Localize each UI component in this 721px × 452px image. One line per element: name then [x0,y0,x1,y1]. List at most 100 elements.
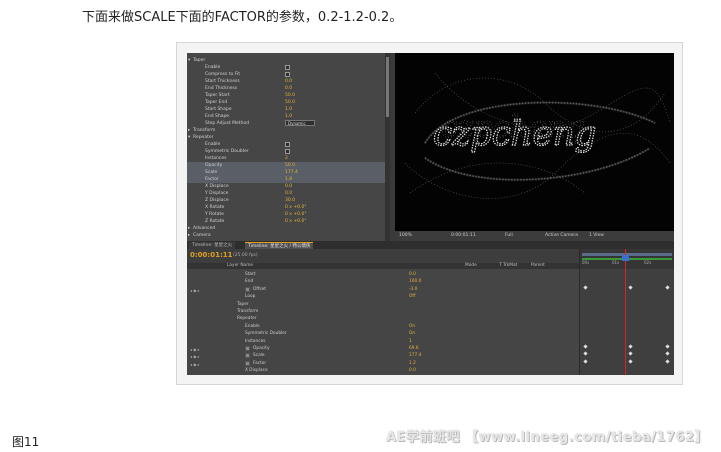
timeline-row-value[interactable]: 100.0 [409,278,421,285]
effect-value[interactable]: 0 x +0.0° [285,211,307,218]
stopwatch-icon[interactable] [245,360,250,366]
effect-row[interactable]: Transform ▸ [187,127,385,134]
resolution-dropdown[interactable]: Full [505,231,513,241]
effect-value[interactable]: 0 x +0.0° [285,218,307,225]
effect-checkbox[interactable] [285,72,290,77]
effect-checkbox[interactable] [285,65,290,70]
keyframe[interactable] [665,344,670,349]
tab-timeline-1[interactable]: Timeline: 星星之火 [189,242,236,249]
effect-dropdown[interactable]: Dynamic [285,120,315,126]
timeline-row[interactable]: ◂ ◆ ▸ Opacity 69.6 [187,345,579,352]
effect-row[interactable]: Compress to Fit [187,71,385,78]
effect-row[interactable]: Factor 1.8 [187,176,385,183]
effect-value[interactable]: 0.0 [285,85,292,92]
stopwatch-icon[interactable] [245,346,250,351]
timeline-row[interactable]: End 100.0 [187,278,579,285]
effect-value[interactable]: 177.4 [285,169,298,176]
timeline-row-value[interactable]: On [409,330,415,337]
keyframe[interactable] [628,285,633,290]
timeline-row-value[interactable]: 177.4 [409,352,421,359]
effect-row[interactable]: Repeater ▾ [187,134,385,141]
timeline-row-value[interactable]: 1 [409,338,412,345]
effect-row[interactable]: Enable [187,141,385,148]
effect-value[interactable]: 50.0 [285,92,295,99]
viewer-timecode[interactable]: 0:00:01:11 [451,231,476,241]
keyframe[interactable] [583,351,588,357]
effect-value[interactable]: 0 x +0.0° [285,204,307,211]
cti-head[interactable] [622,255,629,261]
timeline-row-value[interactable]: 69.6 [409,345,419,352]
stopwatch-icon[interactable] [245,353,250,359]
effect-value[interactable]: 0.0 [285,183,292,190]
stopwatch-icon[interactable] [245,286,250,292]
timeline-row[interactable]: ◂ ◆ ▸ Factor 1.2 [187,360,579,367]
zoom-dropdown[interactable]: 100% [399,231,412,241]
effect-row[interactable]: Scale 177.4 [187,169,385,176]
effect-row[interactable]: End Thickness 0.0 [187,85,385,92]
timeline-row[interactable]: X Displace 0.0 [187,367,579,374]
twirl-arrow-icon[interactable]: ▾ [188,134,190,141]
effect-value[interactable]: 50.0 [285,99,295,106]
timeline-row[interactable]: Symmetric Doubler On [187,330,579,337]
camera-dropdown[interactable]: Active Camera [545,231,578,241]
timeline-row-value[interactable]: Off [409,293,415,300]
effect-row[interactable]: Opacity 50.0 [187,162,385,169]
current-time[interactable]: 0:00:01:11 [190,251,233,259]
effect-row[interactable]: Taper Start 50.0 [187,92,385,99]
effect-row[interactable]: Y Rotate 0 x +0.0° [187,211,385,218]
effect-value[interactable]: 50.0 [285,162,295,169]
keyframe[interactable] [665,351,670,357]
effect-value[interactable]: 1.0 [285,113,292,120]
effect-row[interactable]: Z Displace 30.0 [187,197,385,204]
keyframe[interactable] [665,359,670,364]
keyframe[interactable] [665,285,670,290]
timeline-row[interactable]: Enable On [187,323,579,330]
keyframe[interactable] [628,359,633,364]
effect-row[interactable]: Advanced ▸ [187,225,385,232]
timeline-row[interactable]: Start 0.0 [187,271,579,278]
timeline-row[interactable]: Loop Off [187,293,579,300]
effect-checkbox[interactable] [285,149,290,154]
twirl-arrow-icon[interactable]: ▾ [188,57,190,64]
keyframe[interactable] [628,351,633,357]
timeline-row-value[interactable]: -3.0 [409,286,417,293]
effect-row[interactable]: X Rotate 0 x +0.0° [187,204,385,211]
effect-row[interactable]: Y Displace 0.0 [187,190,385,197]
effect-row[interactable]: Taper End 50.0 [187,99,385,106]
effect-value[interactable]: 1.0 [285,106,292,113]
timeline-row[interactable]: Instances 1 [187,338,579,345]
views-dropdown[interactable]: 1 View [589,231,604,241]
effect-value[interactable]: 2 [285,155,288,162]
keyframe[interactable] [583,285,588,290]
keyframe[interactable] [628,344,633,349]
timeline-row[interactable]: ◂ ◆ ▸ Offset -3.0 [187,286,579,293]
current-time-indicator[interactable] [625,249,626,375]
effect-row[interactable]: Step Adjust Method Dynamic [187,120,385,127]
effect-value[interactable]: 30.0 [285,197,295,204]
effect-checkbox[interactable] [285,142,290,147]
timeline-row[interactable]: Repeater [187,315,579,322]
timeline-row-value[interactable]: On [409,323,415,330]
effect-row[interactable]: Symmetric Doubler [187,148,385,155]
twirl-arrow-icon[interactable]: ▸ [188,225,190,232]
effect-row[interactable]: Enable [187,64,385,71]
timeline-graph[interactable]: 00s 01s 02s [579,249,674,375]
effect-value[interactable]: 0.0 [285,190,292,197]
effect-row[interactable]: X Displace 0.0 [187,183,385,190]
twirl-arrow-icon[interactable]: ▸ [188,232,190,239]
effect-row[interactable]: Camera ▸ [187,232,385,239]
effect-row[interactable]: Start Thickness 0.0 [187,78,385,85]
effect-row[interactable]: End Shape 1.0 [187,113,385,120]
effect-row[interactable]: Start Shape 1.0 [187,106,385,113]
keyframe[interactable] [583,344,588,349]
effect-row[interactable]: Instances 2 [187,155,385,162]
tab-timeline-2[interactable]: Timeline: 星星之火 / 特公情侠 [245,242,314,249]
effect-controls-scrollbar[interactable] [385,53,390,241]
effect-row[interactable]: Z Rotate 0 x +0.0° [187,218,385,225]
composition-viewer[interactable]: czpcheng czpcheng [395,53,674,231]
effect-row[interactable]: Taper ▾ [187,57,385,64]
keyframe[interactable] [583,359,588,364]
twirl-arrow-icon[interactable]: ▸ [188,127,190,134]
timeline-row[interactable]: Transform [187,308,579,315]
timeline-row[interactable]: Taper [187,301,579,308]
